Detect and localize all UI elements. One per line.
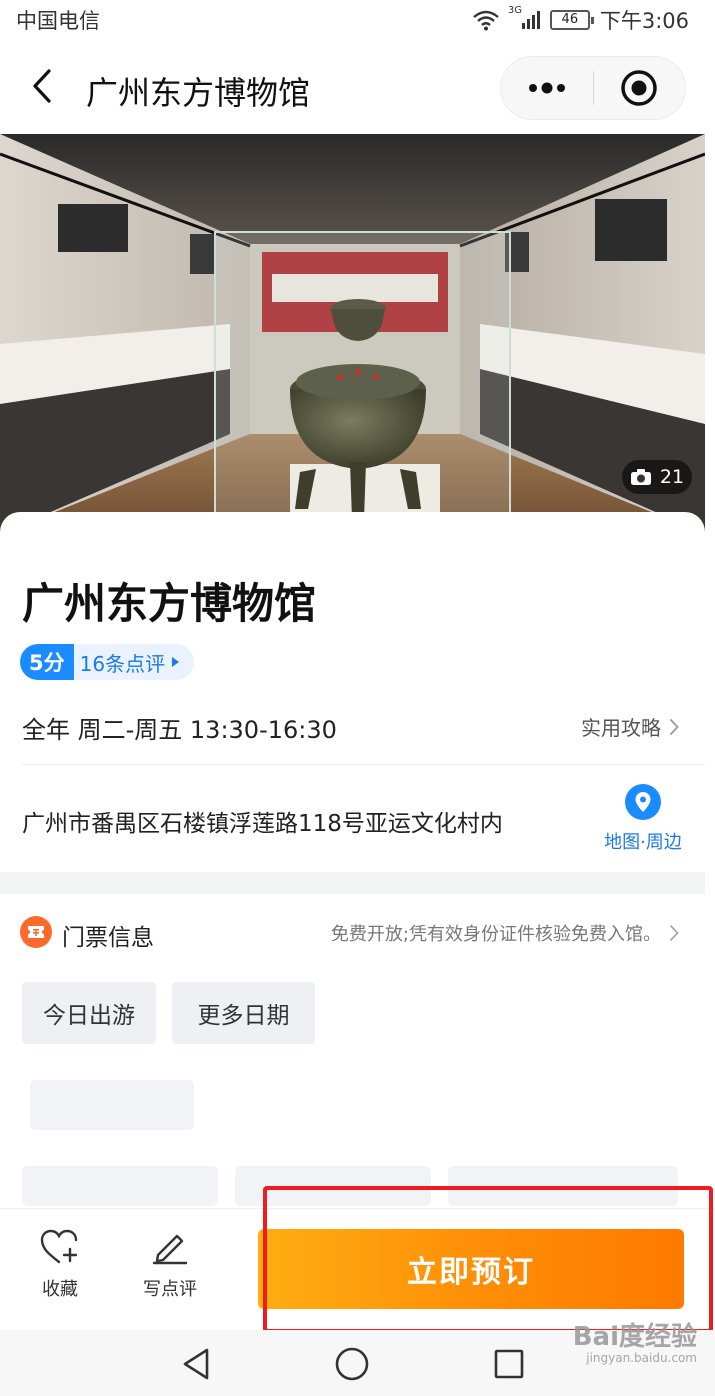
carrier-name: 中国电信	[16, 9, 100, 33]
map-label: 地图·周边	[604, 832, 682, 853]
loading-placeholder	[30, 1080, 194, 1130]
divider	[22, 764, 705, 765]
page-title: 广州东方博物馆	[86, 74, 311, 112]
circle-home-icon	[335, 1347, 369, 1381]
chevron-right-icon	[669, 924, 679, 942]
opening-hours: 全年 周二-周五 13:30-16:30	[22, 716, 337, 744]
status-time: 下午3:06	[599, 9, 689, 33]
ticket-title: 门票信息	[62, 925, 154, 951]
status-indicators: 3G 46 下午3:06	[472, 5, 689, 35]
nav-back-button[interactable]	[174, 1342, 218, 1386]
photo-count-badge[interactable]: 21	[622, 460, 692, 494]
write-review-button[interactable]: 写点评	[130, 1229, 210, 1309]
favorite-button[interactable]: 收藏	[20, 1229, 100, 1309]
status-bar: 中国电信 3G 46 下午3:06	[0, 0, 715, 36]
watermark-sub: jingyan.baidu.com	[586, 1351, 697, 1365]
nav-home-button[interactable]	[330, 1342, 374, 1386]
ticket-section: 门票信息 免费开放;凭有效身份证件核验免费入馆。 今日出游 更多日期	[0, 894, 705, 1224]
wifi-icon	[473, 10, 499, 31]
camera-icon	[630, 469, 651, 485]
baidu-jingyan-watermark: Bai度经验 jingyan.baidu.com	[573, 1316, 697, 1365]
watermark-main: Bai度经验	[572, 1322, 697, 1352]
network-type: 3G	[507, 5, 522, 16]
close-mini-program-button[interactable]	[594, 56, 686, 120]
target-close-icon	[621, 70, 657, 106]
section-gap	[0, 872, 705, 894]
chevron-left-icon	[33, 69, 51, 103]
date-option-today[interactable]: 今日出游	[22, 982, 156, 1044]
more-button[interactable]	[501, 56, 593, 120]
pen-icon	[152, 1234, 188, 1265]
triangle-back-icon	[183, 1348, 209, 1380]
map-nearby-button[interactable]: 地图·周边	[598, 784, 688, 854]
photo-count: 21	[659, 466, 685, 488]
reviews-label: 16条点评	[79, 651, 166, 676]
favorite-label: 收藏	[42, 1279, 78, 1300]
mini-program-capsule	[500, 56, 686, 120]
museum-hero-image[interactable]	[0, 134, 705, 534]
nav-recents-button[interactable]	[487, 1342, 531, 1386]
square-recents-icon	[494, 1349, 524, 1379]
highlight-annotation	[263, 1186, 713, 1333]
ticket-description: 免费开放;凭有效身份证件核验免费入馆。	[330, 924, 661, 945]
ticket-description-link[interactable]: 免费开放;凭有效身份证件核验免费入馆。	[331, 920, 679, 946]
poi-name: 广州东方博物馆	[22, 579, 317, 628]
location-pin-icon	[625, 784, 661, 820]
address-text[interactable]: 广州市番禺区石楼镇浮莲路118号亚运文化村内	[22, 804, 503, 838]
score-badge: 5分	[20, 644, 74, 680]
heart-plus-icon	[40, 1229, 78, 1264]
more-dots-icon	[528, 82, 565, 94]
battery-indicator: 46	[549, 10, 594, 30]
ticket-icon	[20, 916, 52, 948]
guide-label: 实用攻略	[581, 716, 661, 740]
guide-link[interactable]: 实用攻略	[581, 712, 679, 741]
triangle-right-icon	[172, 657, 180, 667]
poi-info-card: 广州东方博物馆 5分 16条点评 全年 周二-周五 13:30-16:30 实用…	[0, 512, 705, 872]
reviews-link[interactable]: 16条点评	[80, 648, 180, 677]
mini-program-header: 广州东方博物馆	[0, 36, 715, 134]
date-option-more[interactable]: 更多日期	[172, 982, 315, 1044]
museum-gallery-photo	[0, 134, 705, 534]
back-button[interactable]	[22, 64, 62, 108]
chevron-right-icon	[669, 718, 679, 735]
loading-placeholder	[22, 1166, 218, 1206]
rating-pill[interactable]: 5分 16条点评	[20, 644, 195, 680]
review-label: 写点评	[143, 1279, 197, 1300]
signal-icon: 3G	[508, 5, 540, 29]
